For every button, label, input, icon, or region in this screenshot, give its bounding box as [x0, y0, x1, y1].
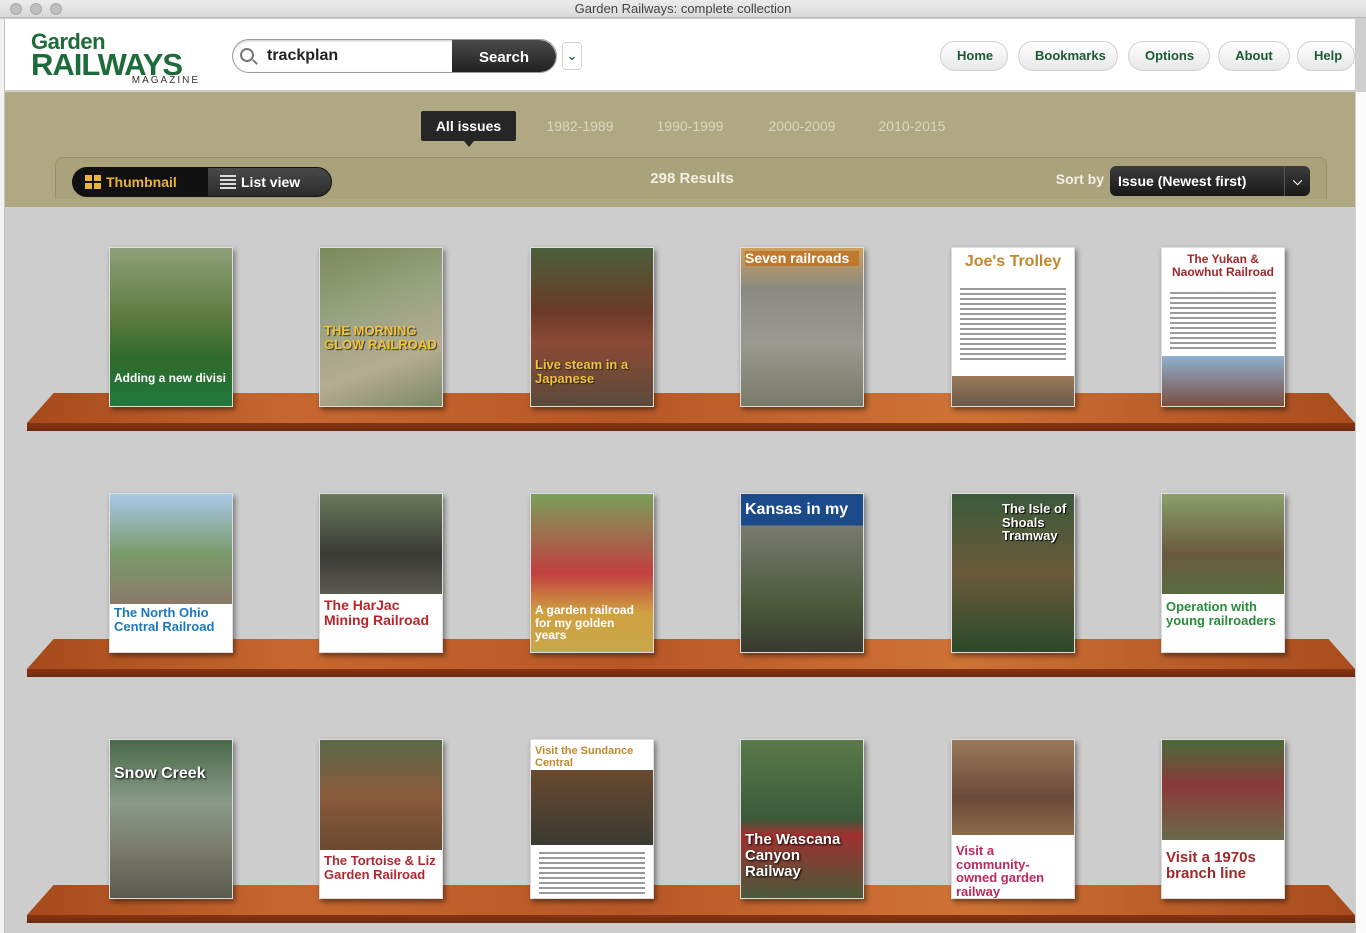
- tab-2000-2009[interactable]: 2000-2009: [757, 111, 847, 141]
- sort-select[interactable]: Issue (Newest first) ⌵: [1110, 166, 1310, 196]
- issue-cover[interactable]: Kansas in my: [740, 493, 864, 653]
- issue-cover[interactable]: Joe's Trolley: [951, 247, 1075, 407]
- issue-cover[interactable]: The Isle of Shoals Tramway: [951, 493, 1075, 653]
- bookshelf: Adding a new divisi THE MORNING GLOW RAI…: [5, 207, 1355, 933]
- issue-title: A garden railroad for my golden years: [535, 603, 634, 643]
- issue-title: Visit a community-owned garden railway: [956, 843, 1045, 899]
- tab-1990-1999[interactable]: 1990-1999: [645, 111, 735, 141]
- issue-cover[interactable]: Seven railroads: [740, 247, 864, 407]
- issue-title: The North Ohio Central Railroad: [114, 605, 215, 634]
- issue-title: The Wascana Canyon Railway: [745, 831, 841, 880]
- tab-2010-2015[interactable]: 2010-2015: [867, 111, 957, 141]
- issue-title: Seven railroads: [745, 251, 859, 266]
- issue-cover[interactable]: Adding a new divisi: [109, 247, 233, 407]
- issue-cover[interactable]: Visit a 1970s branch line: [1161, 739, 1285, 899]
- search-box: Search: [232, 39, 557, 73]
- window-title: Garden Railways: complete collection: [574, 1, 792, 16]
- issue-title: The Tortoise & Liz Garden Railroad: [324, 853, 436, 882]
- issue-title: Operation with young railroaders: [1166, 599, 1276, 628]
- issue-title: Visit a 1970s branch line: [1166, 849, 1256, 882]
- search-input[interactable]: [267, 45, 447, 67]
- issue-title: Adding a new divisi: [114, 371, 227, 385]
- issue-title: Visit the Sundance Central: [535, 745, 634, 769]
- issue-cover[interactable]: The Wascana Canyon Railway: [740, 739, 864, 899]
- about-button[interactable]: About: [1218, 41, 1290, 71]
- issue-title: Live steam in a Japanese: [535, 357, 629, 386]
- search-icon: [240, 48, 254, 62]
- bookmarks-button[interactable]: Bookmarks: [1018, 41, 1118, 71]
- issue-cover[interactable]: The HarJac Mining Railroad: [319, 493, 443, 653]
- issue-title: The HarJac Mining Railroad: [324, 597, 429, 628]
- issue-title: THE MORNING GLOW RAILROAD: [324, 323, 437, 352]
- window-titlebar: Garden Railways: complete collection: [0, 0, 1366, 18]
- results-toolbar: Thumbnail List view 298 Results Sort by …: [55, 157, 1327, 199]
- issue-cover[interactable]: A garden railroad for my golden years: [530, 493, 654, 653]
- tab-1982-1989[interactable]: 1982-1989: [535, 111, 625, 141]
- sort-value: Issue (Newest first): [1118, 173, 1247, 189]
- issue-cover[interactable]: The Tortoise & Liz Garden Railroad: [319, 739, 443, 899]
- issue-cover[interactable]: THE MORNING GLOW RAILROAD: [319, 247, 443, 407]
- options-button[interactable]: Options: [1128, 41, 1210, 71]
- search-options-chevron-down-icon[interactable]: ⌄: [562, 42, 582, 70]
- help-button[interactable]: Help: [1297, 41, 1355, 71]
- issue-title: The Yukan & Naowhut Railroad: [1171, 252, 1274, 279]
- logo-line3: MAGAZINE: [131, 75, 200, 86]
- search-button[interactable]: Search: [452, 40, 556, 72]
- issue-cover[interactable]: Snow Creek: [109, 739, 233, 899]
- app-header: Garden RAILWAYS MAGAZINE Search ⌄ Home B…: [5, 19, 1355, 91]
- issue-cover[interactable]: Visit a community-owned garden railway: [951, 739, 1075, 899]
- sort-by-label: Sort by: [1055, 171, 1104, 187]
- filter-band: All issues 1982-1989 1990-1999 2000-2009…: [5, 92, 1355, 207]
- home-button[interactable]: Home: [940, 41, 1008, 71]
- issue-title: The Isle of Shoals Tramway: [1002, 501, 1067, 544]
- issue-cover[interactable]: Operation with young railroaders: [1161, 493, 1285, 653]
- issue-cover[interactable]: The North Ohio Central Railroad: [109, 493, 233, 653]
- scrollbar[interactable]: [1355, 92, 1366, 933]
- issue-cover[interactable]: The Yukan & Naowhut Railroad: [1161, 247, 1285, 407]
- tab-all-issues[interactable]: All issues: [421, 111, 516, 147]
- issue-title: Kansas in my: [745, 501, 849, 518]
- chevron-down-icon: ⌵: [1284, 166, 1310, 196]
- issue-title: Joe's Trolley: [964, 253, 1062, 270]
- garden-railways-logo[interactable]: Garden RAILWAYS MAGAZINE: [31, 29, 206, 86]
- issue-cover[interactable]: Live steam in a Japanese: [530, 247, 654, 407]
- issue-cover[interactable]: Visit the Sundance Central: [530, 739, 654, 899]
- issue-title: Snow Creek: [114, 765, 206, 782]
